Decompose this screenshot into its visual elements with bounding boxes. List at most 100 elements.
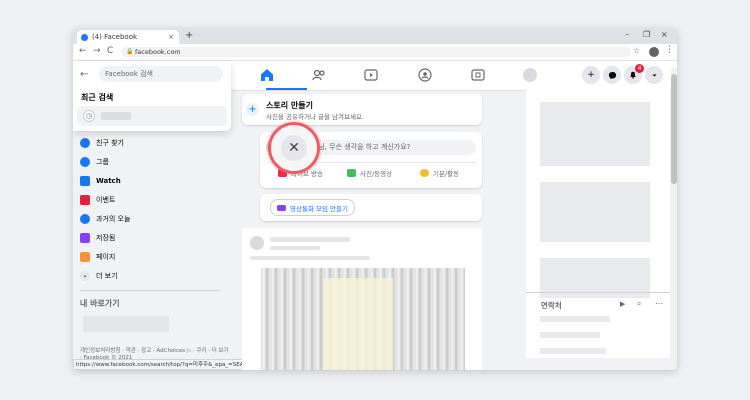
browser-window: (4) Facebook × + – ❐ × ← → C 🔒 facebook.…	[73, 28, 677, 370]
watch-icon[interactable]	[363, 67, 379, 83]
story-subtitle: 사진을 공유하거나 글을 남겨보세요.	[266, 113, 364, 121]
calendar-icon	[80, 195, 90, 205]
recent-search-item[interactable]: ◷	[77, 106, 227, 126]
create-room-card: 영상통화 모임 만들기	[260, 194, 482, 221]
groups-icon[interactable]	[417, 67, 433, 83]
close-icon[interactable]: ✕	[281, 135, 307, 161]
sidebar-item-groups[interactable]: 그룹	[80, 157, 109, 167]
home-icon[interactable]	[259, 67, 275, 83]
restore-button[interactable]: ❐	[643, 30, 650, 39]
sidebar-item-memories[interactable]: 과거의 오늘	[80, 214, 130, 224]
sidebar-item-label: 페이지	[96, 253, 116, 261]
contact-blur-3[interactable]	[540, 348, 606, 354]
sidebar-item-label: 그룹	[96, 158, 109, 166]
minimize-button[interactable]: –	[625, 30, 629, 39]
shortcut-item[interactable]	[83, 316, 169, 332]
search-dropdown: ← Facebook 검색 최근 검색 ◷	[73, 61, 231, 131]
feeling-activity-button[interactable]: 기분/활동	[420, 168, 459, 178]
clock-icon	[80, 214, 90, 224]
contact-blur-1[interactable]	[540, 316, 610, 322]
post-prompt: 님, 무슨 생각을 하고 계신가요?	[318, 143, 411, 151]
watch-icon	[80, 176, 90, 186]
tab-strip: (4) Facebook × + – ❐ ×	[73, 28, 677, 44]
post-text-blur	[250, 256, 370, 260]
sidebar-item-saved[interactable]: 저장됨	[80, 233, 115, 243]
profile-avatar[interactable]	[649, 47, 659, 57]
new-tab-button[interactable]: +	[185, 30, 193, 41]
photo-icon	[347, 169, 356, 177]
story-title: 스토리 만들기	[266, 101, 313, 110]
status-bar-url: https://www.facebook.com/search/top/?q=미…	[73, 359, 243, 370]
video-camera-icon	[277, 204, 286, 211]
account-menu-chevron-icon[interactable]	[645, 66, 663, 84]
address-bar[interactable]: 🔒 facebook.com	[121, 47, 631, 57]
notification-count-badge: 4	[635, 64, 644, 73]
photo-video-button[interactable]: 사진/동영상	[347, 168, 392, 178]
shortcuts-title: 내 바로가기	[80, 299, 120, 308]
facebook-favicon-icon	[81, 33, 88, 41]
highlight-ring: ✕	[268, 122, 320, 174]
window-close-button[interactable]: ×	[661, 30, 668, 39]
bookmark-icon	[80, 233, 90, 243]
feeling-activity-label: 기분/활동	[433, 170, 460, 178]
sidebar-item-label: 저장됨	[96, 234, 116, 242]
sidebar-item-label: Watch	[96, 177, 121, 185]
groups-icon	[80, 157, 90, 167]
scrollbar-thumb[interactable]	[671, 74, 677, 184]
create-story-card[interactable]: + 스토리 만들기 사진을 공유하거나 글을 남겨보세요.	[242, 94, 482, 125]
recent-searches-title: 최근 검색	[81, 93, 114, 102]
back-button[interactable]: ←	[79, 46, 87, 56]
user-avatar[interactable]	[523, 68, 537, 82]
search-input[interactable]: Facebook 검색	[99, 66, 223, 82]
more-options-icon[interactable]: ⋯	[655, 299, 663, 308]
friends-icon	[80, 138, 90, 148]
video-call-icon[interactable]: ▶	[620, 300, 625, 308]
tab-close-icon[interactable]: ×	[168, 33, 174, 41]
plus-icon: +	[246, 103, 259, 116]
flag-icon	[80, 252, 90, 262]
sidebar-item-label: 과거의 오늘	[96, 215, 131, 223]
messenger-icon[interactable]	[603, 66, 621, 84]
recent-search-name	[101, 112, 131, 120]
sidebar-item-label: 친구 찾기	[96, 139, 124, 147]
gaming-icon[interactable]	[470, 67, 486, 83]
page-scrollbar[interactable]	[671, 68, 677, 370]
friends-icon[interactable]	[311, 67, 327, 83]
history-clock-icon: ◷	[83, 110, 95, 122]
chevron-down-icon: ⌄	[80, 271, 90, 281]
create-room-label: 영상통화 모임 만들기	[290, 204, 348, 213]
forward-button[interactable]: →	[93, 46, 101, 56]
sidebar-item-find-friends[interactable]: 친구 찾기	[80, 138, 124, 148]
contacts-title: 연락처	[541, 301, 562, 310]
sidebar-divider	[80, 290, 220, 291]
address-row: ← → C 🔒 facebook.com ☆ ⋮	[73, 44, 677, 61]
smiley-icon	[420, 169, 429, 177]
sidebar-item-see-more[interactable]: ⌄ 더 보기	[80, 271, 118, 281]
home-tab-indicator	[266, 88, 307, 90]
menu-kebab-icon[interactable]: ⋮	[665, 45, 674, 55]
bookmark-star-icon[interactable]: ☆	[633, 46, 640, 55]
sidebar-item-label: 더 보기	[96, 272, 118, 280]
post-image-highlight	[323, 278, 393, 370]
create-plus-icon[interactable]: +	[582, 66, 600, 84]
browser-tab[interactable]: (4) Facebook ×	[77, 30, 179, 44]
right-divider	[526, 292, 670, 293]
url-text: facebook.com	[135, 48, 181, 56]
search-icon[interactable]: ⌕	[637, 299, 641, 309]
back-arrow-icon[interactable]: ←	[80, 69, 88, 80]
post-author-blur	[270, 237, 350, 242]
sidebar-item-watch[interactable]: Watch	[80, 176, 121, 186]
photo-video-label: 사진/동영상	[360, 170, 393, 178]
sidebar-item-pages[interactable]: 페이지	[80, 252, 115, 262]
sponsored-blur-2	[540, 182, 650, 242]
lock-icon: 🔒	[126, 48, 134, 55]
reload-button[interactable]: C	[107, 46, 113, 56]
post-time-blur	[270, 246, 320, 250]
create-room-button[interactable]: 영상통화 모임 만들기	[270, 199, 355, 216]
sidebar-item-events[interactable]: 이벤트	[80, 195, 115, 205]
post-author-avatar	[250, 236, 264, 250]
sponsored-blur	[540, 102, 650, 166]
right-column	[526, 90, 670, 358]
sidebar-item-label: 이벤트	[96, 196, 116, 204]
contact-blur-2[interactable]	[540, 332, 600, 338]
